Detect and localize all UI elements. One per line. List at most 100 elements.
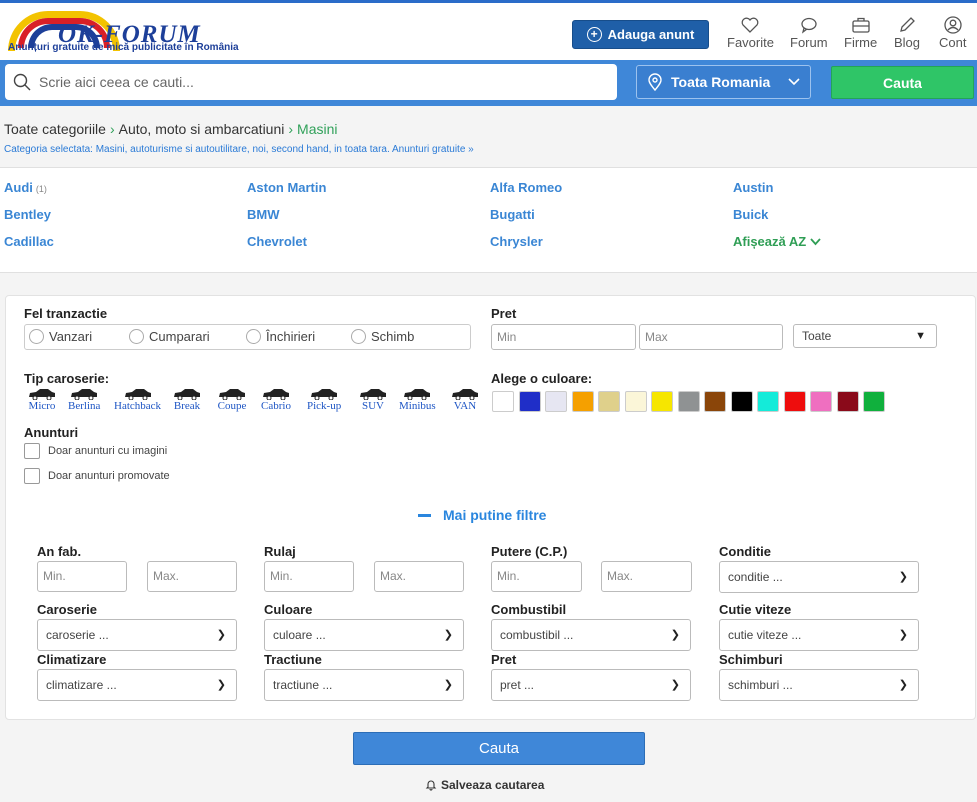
color-swatch[interactable] xyxy=(810,391,832,412)
body-type-label: SUV xyxy=(361,400,384,412)
color-swatch[interactable] xyxy=(863,391,885,412)
less-filters-toggle[interactable]: Mai putine filtre xyxy=(418,507,546,523)
power-max-input[interactable]: Max. xyxy=(601,561,692,592)
price-range-select[interactable]: pret ... ❯ xyxy=(491,669,691,701)
condition-select[interactable]: conditie ... ❯ xyxy=(719,561,919,593)
color-swatch[interactable] xyxy=(730,391,753,412)
add-ad-label: Adauga anunt xyxy=(607,27,695,42)
nav-favorite[interactable]: Favorite xyxy=(727,15,774,50)
brand-link[interactable]: Cadillac xyxy=(4,234,54,249)
brand-link[interactable]: Chrysler xyxy=(490,234,543,249)
nav-blog[interactable]: Blog xyxy=(894,15,920,50)
filter-label: Combustibil xyxy=(491,602,567,617)
site-logo[interactable]: OK-FORUM Anunțuri gratuite de mică publi… xyxy=(6,11,268,56)
gearbox-select[interactable]: cutie viteze ... ❯ xyxy=(719,619,919,651)
price-max-input[interactable]: Max xyxy=(639,324,783,350)
car-icon xyxy=(404,389,431,400)
divider xyxy=(0,272,977,273)
body-type-break[interactable]: Break xyxy=(172,388,202,412)
brand-link[interactable]: BMW xyxy=(247,207,280,222)
color-swatch[interactable] xyxy=(704,391,726,412)
save-search-link[interactable]: Salveaza cautarea xyxy=(425,778,544,792)
brand-link[interactable]: Audi (1) xyxy=(4,180,47,195)
radio-cumparari[interactable]: Cumparari xyxy=(129,329,210,344)
body-type-label: Minibus xyxy=(399,400,436,412)
search-button[interactable]: Cauta xyxy=(831,66,974,99)
car-icon xyxy=(174,389,200,400)
body-type-suv[interactable]: SUV xyxy=(358,388,388,412)
body-type-pick-up[interactable]: Pick-up xyxy=(307,388,341,412)
breadcrumb-current[interactable]: Masini xyxy=(297,121,337,137)
year-max-input[interactable]: Max. xyxy=(147,561,237,592)
chevron-down-icon: ❯ xyxy=(443,679,453,691)
brand-link[interactable]: Bentley xyxy=(4,207,51,222)
brand-link[interactable]: Austin xyxy=(733,180,773,195)
only-promoted-checkbox[interactable]: Doar anunturi promovate xyxy=(24,468,170,484)
brand-link[interactable]: Aston Martin xyxy=(247,180,326,195)
mileage-max-input[interactable]: Max. xyxy=(374,561,464,592)
currency-select[interactable]: Toate ▼ xyxy=(793,324,937,348)
plus-icon: + xyxy=(586,27,602,42)
category-description[interactable]: Categoria selectata: Masini, autoturisme… xyxy=(4,144,474,155)
brand-link[interactable]: Buick xyxy=(733,207,768,222)
transaction-type-group: Vanzari Cumparari Închirieri Schimb xyxy=(24,324,471,350)
chevron-down-icon: ▼ xyxy=(915,330,926,342)
color-swatch[interactable] xyxy=(783,391,806,412)
add-ad-button[interactable]: + Adauga anunt xyxy=(572,20,709,49)
location-select[interactable]: Toata Romania xyxy=(636,65,811,99)
breadcrumb-item[interactable]: Toate categoriile xyxy=(4,121,106,137)
filter-label: Climatizare xyxy=(37,652,107,667)
color-select[interactable]: culoare ... ❯ xyxy=(264,619,464,651)
year-min-input[interactable]: Min. xyxy=(37,561,127,592)
climate-select[interactable]: climatizare ... ❯ xyxy=(37,669,237,701)
body-type-berlina[interactable]: Berlina xyxy=(68,388,100,412)
price-min-input[interactable]: Min xyxy=(491,324,636,350)
body-select[interactable]: caroserie ... ❯ xyxy=(37,619,237,651)
nav-forum[interactable]: Forum xyxy=(790,15,828,50)
nav-firme[interactable]: Firme xyxy=(844,15,877,50)
color-swatch[interactable] xyxy=(677,391,700,412)
body-type-cabrio[interactable]: Cabrio xyxy=(261,388,291,412)
power-min-input[interactable]: Min. xyxy=(491,561,582,592)
body-type-micro[interactable]: Micro xyxy=(27,388,57,412)
color-swatch[interactable] xyxy=(651,391,673,412)
brand-link[interactable]: Chevrolet xyxy=(247,234,307,249)
brand-link[interactable]: Alfa Romeo xyxy=(490,180,562,195)
car-icon xyxy=(71,389,98,400)
logo-tagline: Anunțuri gratuite de mică publicitate în… xyxy=(8,42,239,53)
exchange-select[interactable]: schimburi ... ❯ xyxy=(719,669,919,701)
submit-search-button[interactable]: Cauta xyxy=(353,732,645,765)
radio-schimb[interactable]: Schimb xyxy=(351,329,414,344)
body-type-coupe[interactable]: Coupe xyxy=(217,388,247,412)
show-all-brands-link[interactable]: Afișează AZ xyxy=(733,234,821,249)
breadcrumb-item[interactable]: Auto, moto si ambarcatiuni xyxy=(119,121,285,137)
radio-circle xyxy=(351,329,366,344)
traction-select[interactable]: tractiune ... ❯ xyxy=(264,669,464,701)
mileage-min-input[interactable]: Min. xyxy=(264,561,354,592)
radio-inchirieri[interactable]: Închirieri xyxy=(246,329,315,344)
body-type-label: Berlina xyxy=(68,400,101,412)
color-swatch[interactable] xyxy=(545,391,567,412)
heart-icon xyxy=(742,17,759,33)
only-images-checkbox[interactable]: Doar anunturi cu imagini xyxy=(24,443,167,459)
color-swatch[interactable] xyxy=(492,391,514,412)
color-swatch[interactable] xyxy=(518,391,541,412)
body-type-hatchback[interactable]: Hatchback xyxy=(114,388,161,412)
color-swatch[interactable] xyxy=(624,391,647,412)
nav-label: Favorite xyxy=(727,35,774,50)
chevron-down-icon: ❯ xyxy=(670,629,680,641)
radio-vanzari[interactable]: Vanzari xyxy=(29,329,92,344)
filter-label: Schimburi xyxy=(719,652,783,667)
color-swatch[interactable] xyxy=(571,391,594,412)
color-swatch[interactable] xyxy=(757,391,779,412)
color-swatch[interactable] xyxy=(598,391,620,412)
search-input[interactable] xyxy=(39,74,599,90)
body-type-van[interactable]: VAN xyxy=(450,388,480,412)
fuel-select[interactable]: combustibil ... ❯ xyxy=(491,619,691,651)
nav-cont[interactable]: Cont xyxy=(939,15,966,50)
car-icon xyxy=(29,389,55,400)
nav-label: Cont xyxy=(939,35,967,50)
brand-link[interactable]: Bugatti xyxy=(490,207,535,222)
body-type-minibus[interactable]: Minibus xyxy=(399,388,436,412)
color-swatch[interactable] xyxy=(836,391,859,412)
